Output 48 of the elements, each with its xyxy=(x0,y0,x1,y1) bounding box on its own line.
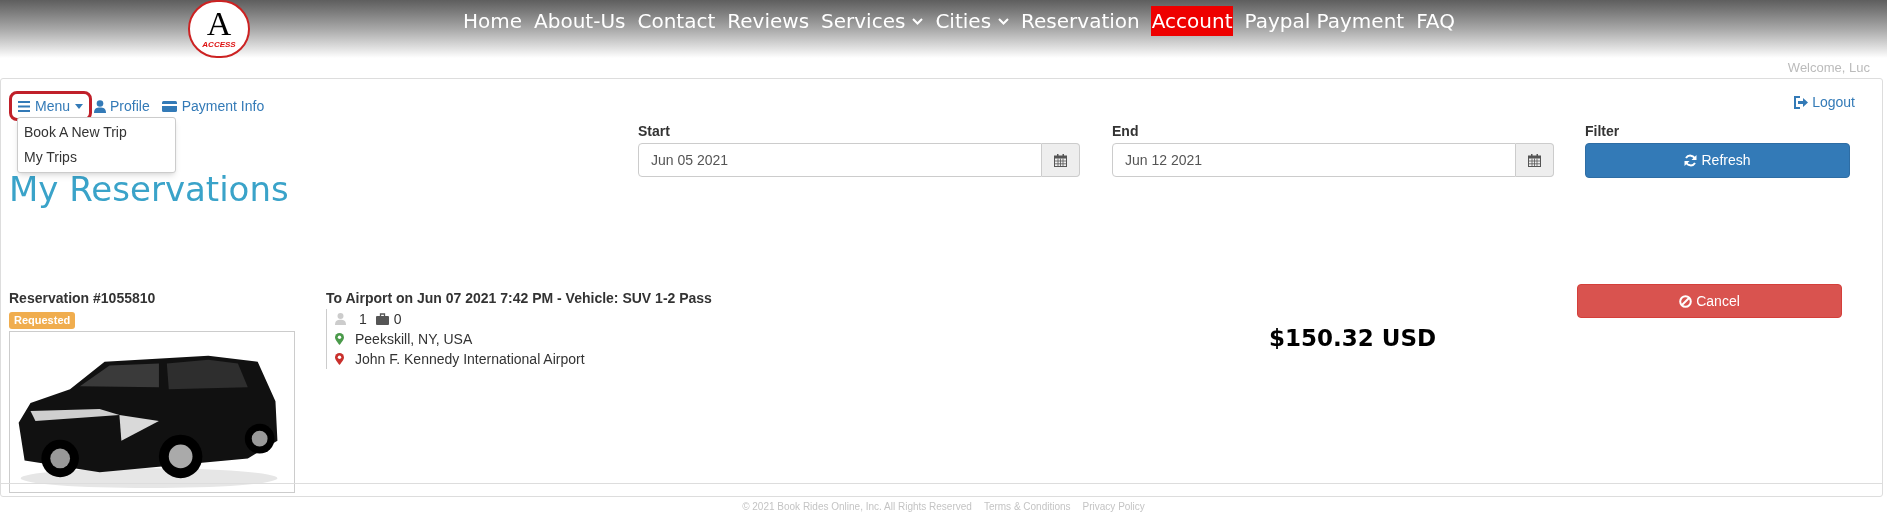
trip-summary: To Airport on Jun 07 2021 7:42 PM - Vehicle: SUV 1-2 Pass xyxy=(326,289,713,307)
page-title: My Reservations xyxy=(9,169,290,209)
logo-letter: A xyxy=(206,8,232,40)
date-field[interactable]: Jun 05 2021 xyxy=(638,143,1042,177)
calendar-button[interactable] xyxy=(1042,143,1080,177)
nav-link[interactable]: Home xyxy=(462,6,524,36)
nav-link[interactable]: Paypal Payment xyxy=(1243,6,1406,36)
welcome-text: Welcome, Luc xyxy=(1787,59,1870,78)
logout-icon xyxy=(1793,96,1809,109)
menu-item[interactable]: My Trips xyxy=(18,145,175,170)
cancel-button[interactable]: Cancel xyxy=(1577,284,1842,318)
passenger-icon xyxy=(335,313,346,325)
field-label: Filter xyxy=(1585,122,1621,141)
price: $150.32 USD xyxy=(1268,324,1438,353)
location-text: Peekskill, NY, USA xyxy=(355,330,473,349)
nav-link[interactable]: Contact xyxy=(636,6,717,36)
credit-card-icon xyxy=(161,100,177,112)
location-text: John F. Kennedy International Airport xyxy=(355,350,585,369)
field-label: End xyxy=(1112,122,1140,141)
calendar-button[interactable] xyxy=(1516,143,1554,177)
nav-link[interactable]: Cities xyxy=(934,6,1011,36)
passenger-count: 1 xyxy=(359,310,367,329)
status-badge: Requested xyxy=(9,312,76,329)
field-label: Start xyxy=(638,122,671,141)
nav-link[interactable]: Account xyxy=(1150,6,1234,36)
refresh-icon xyxy=(1684,154,1698,167)
luggage-count: 0 xyxy=(393,310,402,329)
menu-item[interactable]: Book A New Trip xyxy=(18,120,175,145)
calendar-icon xyxy=(1528,153,1541,167)
user-icon xyxy=(94,99,107,113)
refresh-button[interactable]: Refresh xyxy=(1585,143,1850,178)
menu-icon xyxy=(18,100,30,112)
ban-icon xyxy=(1679,294,1693,308)
nav-link[interactable]: Services xyxy=(820,6,925,36)
date-field[interactable]: Jun 12 2021 xyxy=(1112,143,1516,177)
reservation-number: Reservation #1055810 xyxy=(9,289,157,307)
logo[interactable]: A ACCESS xyxy=(188,0,250,58)
nav-link[interactable]: FAQ xyxy=(1415,6,1456,36)
luggage-icon xyxy=(375,313,389,325)
logo-text: ACCESS xyxy=(202,40,236,50)
profile-link[interactable]: Profile xyxy=(94,95,150,117)
nav-link[interactable]: Reviews xyxy=(726,6,811,36)
payment-info-link[interactable]: Payment Info xyxy=(161,95,265,117)
nav-link[interactable]: Reservation xyxy=(1020,6,1141,36)
calendar-icon xyxy=(1054,153,1067,167)
nav-link[interactable]: About-Us xyxy=(533,6,627,36)
logout-link[interactable]: Logout xyxy=(1793,92,1855,113)
caret-icon xyxy=(75,103,84,109)
